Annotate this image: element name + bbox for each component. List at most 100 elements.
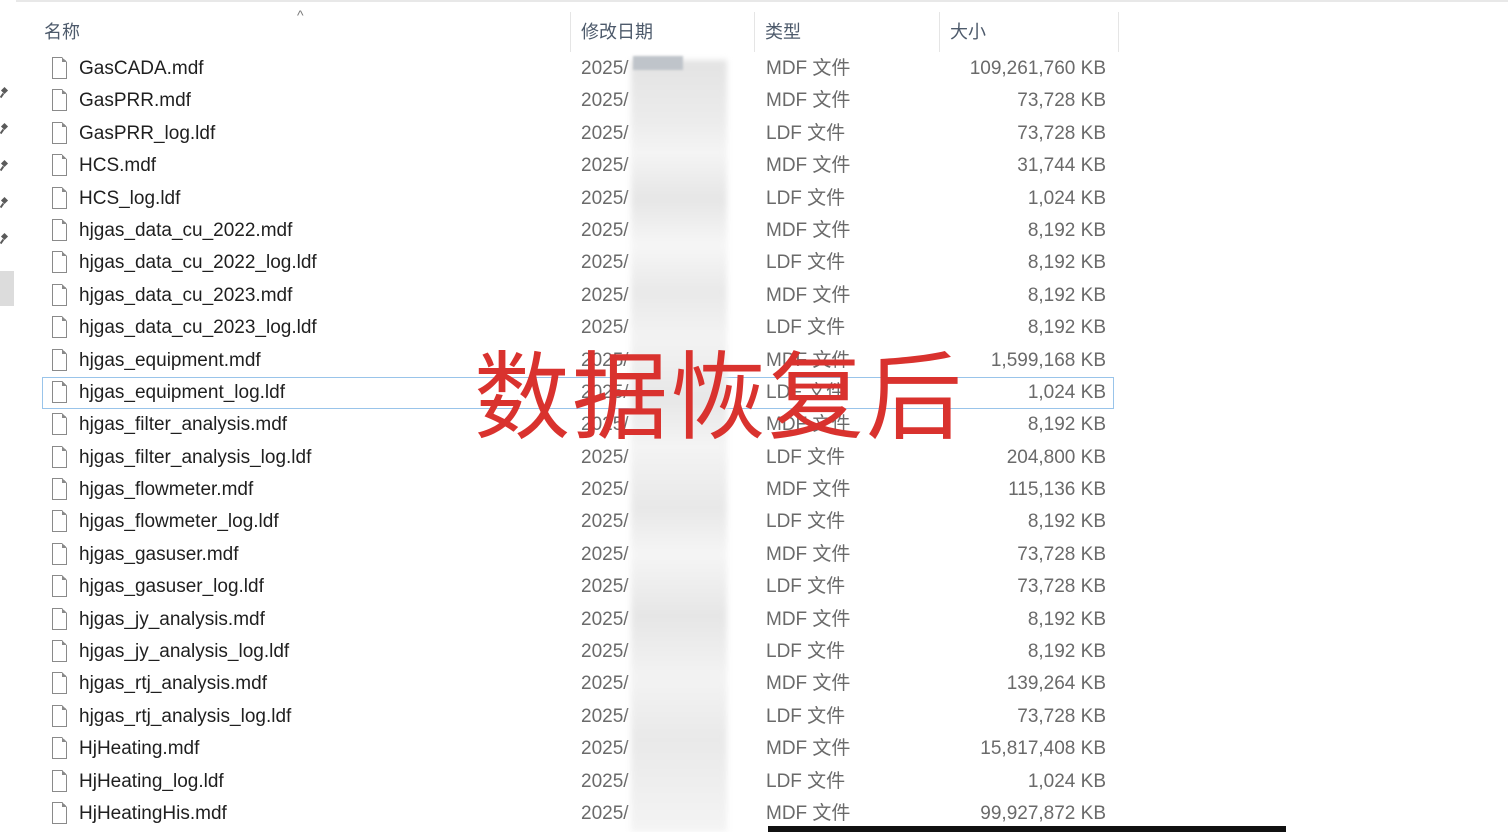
file-type: LDF 文件: [766, 511, 846, 533]
file-name: GasPRR_log.ldf: [79, 122, 216, 144]
file-size: 8,192 KB: [1027, 511, 1106, 533]
navigation-scrollbar-thumb[interactable]: [0, 271, 14, 306]
file-type: LDF 文件: [766, 705, 846, 727]
file-size: 1,024 KB: [1027, 187, 1106, 209]
file-row[interactable]: hjgas_flowmeter_log.ldf 2025/LDF 文件 8,192 …: [42, 506, 1114, 538]
file-size: 139,264 KB: [1006, 673, 1106, 695]
file-size: 73,728 KB: [1017, 543, 1106, 565]
file-size: 15,817,408 KB: [980, 738, 1106, 760]
file-icon: [52, 413, 67, 436]
file-icon: [52, 57, 67, 79]
file-row[interactable]: hjgas_jy_analysis.mdf 2025/MDF 文件 8,192 KB: [42, 604, 1114, 636]
file-modified-date: 2025/: [581, 122, 629, 144]
file-type: LDF 文件: [766, 641, 846, 663]
file-name: hjgas_filter_analysis_log.ldf: [79, 446, 312, 468]
file-size: 8,192 KB: [1027, 641, 1106, 663]
file-name: hjgas_equipment.mdf: [79, 349, 261, 371]
column-header-name-label: 名称: [44, 22, 80, 42]
file-row[interactable]: hjgas_rtj_analysis_log.ldf 2025/LDF 文件 73,…: [42, 701, 1114, 733]
file-modified-date: 2025/: [581, 58, 629, 79]
file-row[interactable]: hjgas_data_cu_2022.mdf 2025/MDF 文件 8,192 K…: [42, 215, 1114, 247]
file-modified-date: 2025/: [581, 576, 629, 598]
column-header-date-label: 修改日期: [581, 22, 653, 42]
file-icon: [52, 445, 67, 468]
file-icon: [52, 380, 67, 403]
file-row[interactable]: HCS.mdf 2025/MDF 文件 31,744 KB: [42, 150, 1114, 182]
file-modified-date: 2025/: [581, 479, 629, 501]
pin-icon[interactable]: [0, 196, 10, 208]
window-top-edge: [0, 0, 1508, 2]
file-type: MDF 文件: [766, 738, 851, 760]
file-size: 8,192 KB: [1027, 608, 1106, 630]
file-icon: [52, 348, 67, 371]
file-row[interactable]: hjgas_data_cu_2023.mdf 2025/MDF 文件 8,192 K…: [42, 280, 1114, 312]
file-modified-date: 2025/: [581, 252, 629, 274]
file-row[interactable]: HjHeating.mdf 2025/MDF 文件 15,817,408 KB: [42, 733, 1114, 765]
file-name: hjgas_equipment_log.ldf: [79, 381, 285, 403]
file-row[interactable]: hjgas_jy_analysis_log.ldf 2025/LDF 文件 8,19…: [42, 636, 1114, 668]
column-header-date[interactable]: 修改日期: [567, 10, 752, 54]
file-modified-date: 2025/: [581, 155, 629, 177]
file-size: 1,599,168 KB: [990, 349, 1106, 371]
pin-icon[interactable]: [0, 122, 10, 134]
file-icon: [52, 283, 67, 306]
file-type: LDF 文件: [766, 187, 846, 209]
file-row[interactable]: hjgas_rtj_analysis.mdf 2025/MDF 文件 139,264…: [42, 668, 1114, 700]
pin-icon[interactable]: [0, 86, 10, 98]
file-icon: [52, 218, 67, 241]
file-type: LDF 文件: [766, 576, 846, 598]
file-type: MDF 文件: [766, 479, 851, 501]
file-name: hjgas_flowmeter.mdf: [79, 479, 254, 501]
file-size: 73,728 KB: [1017, 705, 1106, 727]
file-name: hjgas_rtj_analysis_log.ldf: [79, 705, 292, 727]
horizontal-scrollbar-thumb[interactable]: [768, 826, 1286, 832]
file-icon: [52, 478, 67, 501]
column-header-size-label: 大小: [950, 22, 986, 42]
file-size: 73,728 KB: [1017, 90, 1106, 112]
file-name: hjgas_data_cu_2023.mdf: [79, 284, 293, 306]
file-icon: [52, 769, 67, 792]
file-modified-date: 2025/: [581, 219, 629, 241]
file-row[interactable]: HCS_log.ldf 2025/LDF 文件 1,024 KB: [42, 183, 1114, 215]
file-name: hjgas_data_cu_2022.mdf: [79, 219, 293, 241]
file-type: MDF 文件: [766, 90, 851, 112]
file-row[interactable]: GasPRR.mdf 2025/MDF 文件 73,728 KB: [42, 85, 1114, 117]
file-row[interactable]: hjgas_data_cu_2022_log.ldf 2025/LDF 文件 8,1…: [42, 247, 1114, 279]
column-header-size[interactable]: 大小: [936, 10, 1116, 54]
column-header-type[interactable]: 类型: [751, 10, 936, 54]
file-icon: [52, 575, 67, 598]
file-modified-date: 2025/: [581, 511, 629, 533]
file-modified-date: 2025/: [581, 738, 629, 760]
file-row[interactable]: HjHeating_log.ldf 2025/LDF 文件 1,024 KB: [42, 766, 1114, 798]
file-type: MDF 文件: [766, 543, 851, 565]
file-type: MDF 文件: [766, 673, 851, 695]
file-name: hjgas_data_cu_2022_log.ldf: [79, 252, 317, 274]
file-row[interactable]: GasPRR_log.ldf 2025/LDF 文件 73,728 KB: [42, 118, 1114, 150]
pin-icon[interactable]: [0, 232, 10, 244]
file-row[interactable]: hjgas_gasuser.mdf 2025/MDF 文件 73,728 KB: [42, 539, 1114, 571]
file-type: LDF 文件: [766, 252, 846, 274]
column-divider[interactable]: [1118, 12, 1119, 52]
file-icon: [52, 316, 67, 339]
file-size: 8,192 KB: [1027, 219, 1106, 241]
file-size: 109,261,760 KB: [969, 58, 1106, 79]
file-name: GasCADA.mdf: [79, 58, 204, 79]
pin-icon[interactable]: [0, 159, 10, 171]
file-type: MDF 文件: [766, 284, 851, 306]
file-type: MDF 文件: [766, 58, 851, 79]
file-row[interactable]: hjgas_gasuser_log.ldf 2025/LDF 文件 73,728 K…: [42, 571, 1114, 603]
file-size: 1,024 KB: [1027, 770, 1106, 792]
file-modified-date: 2025/: [581, 284, 629, 306]
column-header-bar: 名称 ^ 修改日期 类型 大小: [30, 7, 1120, 54]
overlay-caption: 数据恢复后: [474, 342, 964, 454]
file-name: hjgas_jy_analysis.mdf: [79, 608, 265, 630]
file-icon: [52, 801, 67, 824]
file-row[interactable]: GasCADA.mdf 2025/MDF 文件 109,261,760 KB: [42, 53, 1114, 85]
file-size: 8,192 KB: [1027, 317, 1106, 339]
file-row[interactable]: hjgas_flowmeter.mdf 2025/MDF 文件 115,136 KB: [42, 474, 1114, 506]
file-icon: [52, 640, 67, 663]
file-size: 1,024 KB: [1027, 381, 1106, 403]
redacted-date-area: [633, 56, 683, 70]
navigation-pane-edge: [0, 0, 16, 832]
file-modified-date: 2025/: [581, 608, 629, 630]
